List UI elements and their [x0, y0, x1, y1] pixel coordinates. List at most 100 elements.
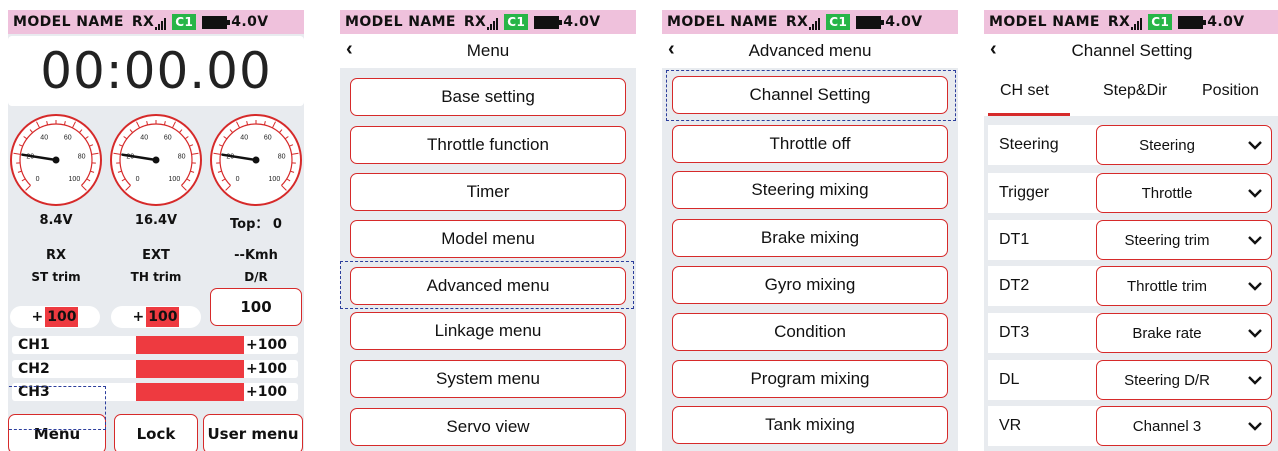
- gauge-tick-label: 60: [164, 134, 172, 141]
- steering-dropdown[interactable]: Steering: [1096, 125, 1272, 165]
- th-trim-value[interactable]: +100: [111, 306, 201, 328]
- nav-bar: ‹ Advanced menu: [662, 34, 958, 68]
- page-title: Channel Setting: [1071, 41, 1193, 60]
- menu-item-system-menu[interactable]: System menu: [350, 360, 626, 398]
- gauge-tick-label: 0: [36, 176, 40, 183]
- menu-item-model-menu[interactable]: Model menu: [350, 220, 626, 258]
- page-title: Menu: [466, 41, 510, 60]
- timer-display[interactable]: 00:00.00: [8, 36, 304, 106]
- battery-icon: [856, 15, 885, 29]
- channel-setting-screen: MODEL NAME RX C1 4.0V ‹ Channel Setting …: [984, 10, 1278, 451]
- channel-row-steering: Steering Steering: [988, 125, 1272, 165]
- vr-dropdown[interactable]: Channel 3: [1096, 406, 1272, 446]
- menu-item-gyro-mixing[interactable]: Gyro mixing: [672, 266, 948, 304]
- st-trim-value[interactable]: +100: [10, 306, 100, 328]
- battery-voltage: 4.0V: [1207, 14, 1245, 30]
- menu-item-steering-mixing[interactable]: Steering mixing: [672, 171, 948, 209]
- model-name: MODEL NAME: [667, 14, 778, 30]
- rx-label: RX: [131, 14, 155, 30]
- menu-item-program-mixing[interactable]: Program mixing: [672, 360, 948, 398]
- model-name: MODEL NAME: [989, 14, 1100, 30]
- channel-row-dt2: DT2 Throttle trim: [988, 266, 1272, 306]
- model-name: MODEL NAME: [13, 14, 124, 30]
- chevron-down-icon: [1248, 422, 1262, 431]
- channel-badge: C1: [826, 14, 851, 30]
- signal-bars-icon: [155, 17, 167, 30]
- gauge-tick-label: 80: [78, 153, 86, 160]
- lock-button[interactable]: Lock: [114, 414, 198, 451]
- selection-highlight: [340, 261, 634, 309]
- status-bar: MODEL NAME RX C1 4.0V: [340, 10, 636, 34]
- menu-item-brake-mixing[interactable]: Brake mixing: [672, 219, 948, 257]
- gauge-hub: [252, 156, 260, 164]
- nav-bar: ‹ Channel Setting: [984, 34, 1278, 68]
- advanced-menu-screen: MODEL NAME RX C1 4.0V ‹ Advanced menu Ch…: [662, 10, 958, 451]
- rx-voltage-reading: 8.4V: [39, 213, 73, 228]
- tab-ch-set[interactable]: CH set: [1000, 82, 1049, 100]
- channel-badge: C1: [1148, 14, 1173, 30]
- gauge-tick-label: 40: [40, 134, 48, 141]
- selection-highlight: [666, 70, 956, 121]
- gauge-hub: [152, 156, 160, 164]
- gauge-tick-label: 80: [178, 153, 186, 160]
- rx-label: RX: [785, 14, 809, 30]
- channel-row-ch1: CH1 +100: [12, 336, 298, 354]
- gauge-hub: [52, 156, 60, 164]
- menu-screen: MODEL NAME RX C1 4.0V ‹ Menu Base settin…: [340, 10, 636, 451]
- chevron-down-icon: [1248, 189, 1262, 198]
- chevron-down-icon: [1248, 282, 1262, 291]
- signal-bars-icon: [487, 17, 499, 30]
- speed-gauge: 020406080100: [210, 114, 302, 206]
- status-bar: MODEL NAME RX C1 4.0V: [8, 10, 304, 34]
- user-menu-button[interactable]: User menu: [203, 414, 303, 451]
- menu-item-throttle-off[interactable]: Throttle off: [672, 125, 948, 163]
- top-speed-reading: Top： 0: [230, 217, 282, 232]
- st-trim-label: ST trim: [31, 270, 81, 284]
- menu-item-base-setting[interactable]: Base setting: [350, 78, 626, 116]
- battery-voltage: 4.0V: [563, 14, 601, 30]
- dt1-dropdown[interactable]: Steering trim: [1096, 220, 1272, 260]
- channel-badge: C1: [504, 14, 529, 30]
- dr-value-box[interactable]: 100: [210, 288, 302, 326]
- menu-item-condition[interactable]: Condition: [672, 313, 948, 351]
- ext-voltage-gauge: 020406080100: [110, 114, 202, 206]
- battery-icon: [534, 15, 563, 29]
- model-name: MODEL NAME: [345, 14, 456, 30]
- ext-label: EXT: [142, 248, 170, 263]
- dl-dropdown[interactable]: Steering D/R: [1096, 360, 1272, 400]
- rx-label: RX: [45, 248, 67, 263]
- trigger-dropdown[interactable]: Throttle: [1096, 173, 1272, 213]
- nav-bar: ‹ Menu: [340, 34, 636, 68]
- menu-item-throttle-function[interactable]: Throttle function: [350, 126, 626, 164]
- channel-row-trigger: Trigger Throttle: [988, 173, 1272, 213]
- menu-item-servo-view[interactable]: Servo view: [350, 408, 626, 446]
- gauge-tick-label: 80: [278, 153, 286, 160]
- tab-bar: CH set Step&Dir Position: [984, 68, 1278, 116]
- active-tab-indicator: [988, 113, 1070, 116]
- battery-icon: [1178, 15, 1207, 29]
- rx-label: RX: [463, 14, 487, 30]
- gauge-tick-label: 60: [264, 134, 272, 141]
- menu-item-timer[interactable]: Timer: [350, 173, 626, 211]
- dt2-dropdown[interactable]: Throttle trim: [1096, 266, 1272, 306]
- ch2-level-bar: [136, 360, 244, 378]
- gauge-tick-label: 0: [136, 176, 140, 183]
- ext-voltage-reading: 16.4V: [134, 213, 178, 228]
- status-bar: MODEL NAME RX C1 4.0V: [984, 10, 1278, 34]
- dt3-dropdown[interactable]: Brake rate: [1096, 313, 1272, 353]
- home-screen: MODEL NAME RX C1 4.0V 00:00.00 020406080…: [8, 10, 304, 451]
- tab-position[interactable]: Position: [1202, 82, 1259, 100]
- speed-unit-label: --Kmh: [234, 248, 278, 263]
- menu-item-linkage-menu[interactable]: Linkage menu: [350, 312, 626, 350]
- signal-bars-icon: [809, 17, 821, 30]
- signal-bars-icon: [1131, 17, 1143, 30]
- chevron-down-icon: [1248, 236, 1262, 245]
- rx-voltage-gauge: 020406080100: [10, 114, 102, 206]
- channel-row-dt1: DT1 Steering trim: [988, 220, 1272, 260]
- menu-item-tank-mixing[interactable]: Tank mixing: [672, 406, 948, 444]
- channel-row-dt3: DT3 Brake rate: [988, 313, 1272, 353]
- battery-icon: [202, 15, 231, 29]
- tab-step-dir[interactable]: Step&Dir: [1103, 82, 1167, 100]
- channel-row-vr: VR Channel 3: [988, 406, 1272, 446]
- ch3-level-bar: [136, 383, 244, 401]
